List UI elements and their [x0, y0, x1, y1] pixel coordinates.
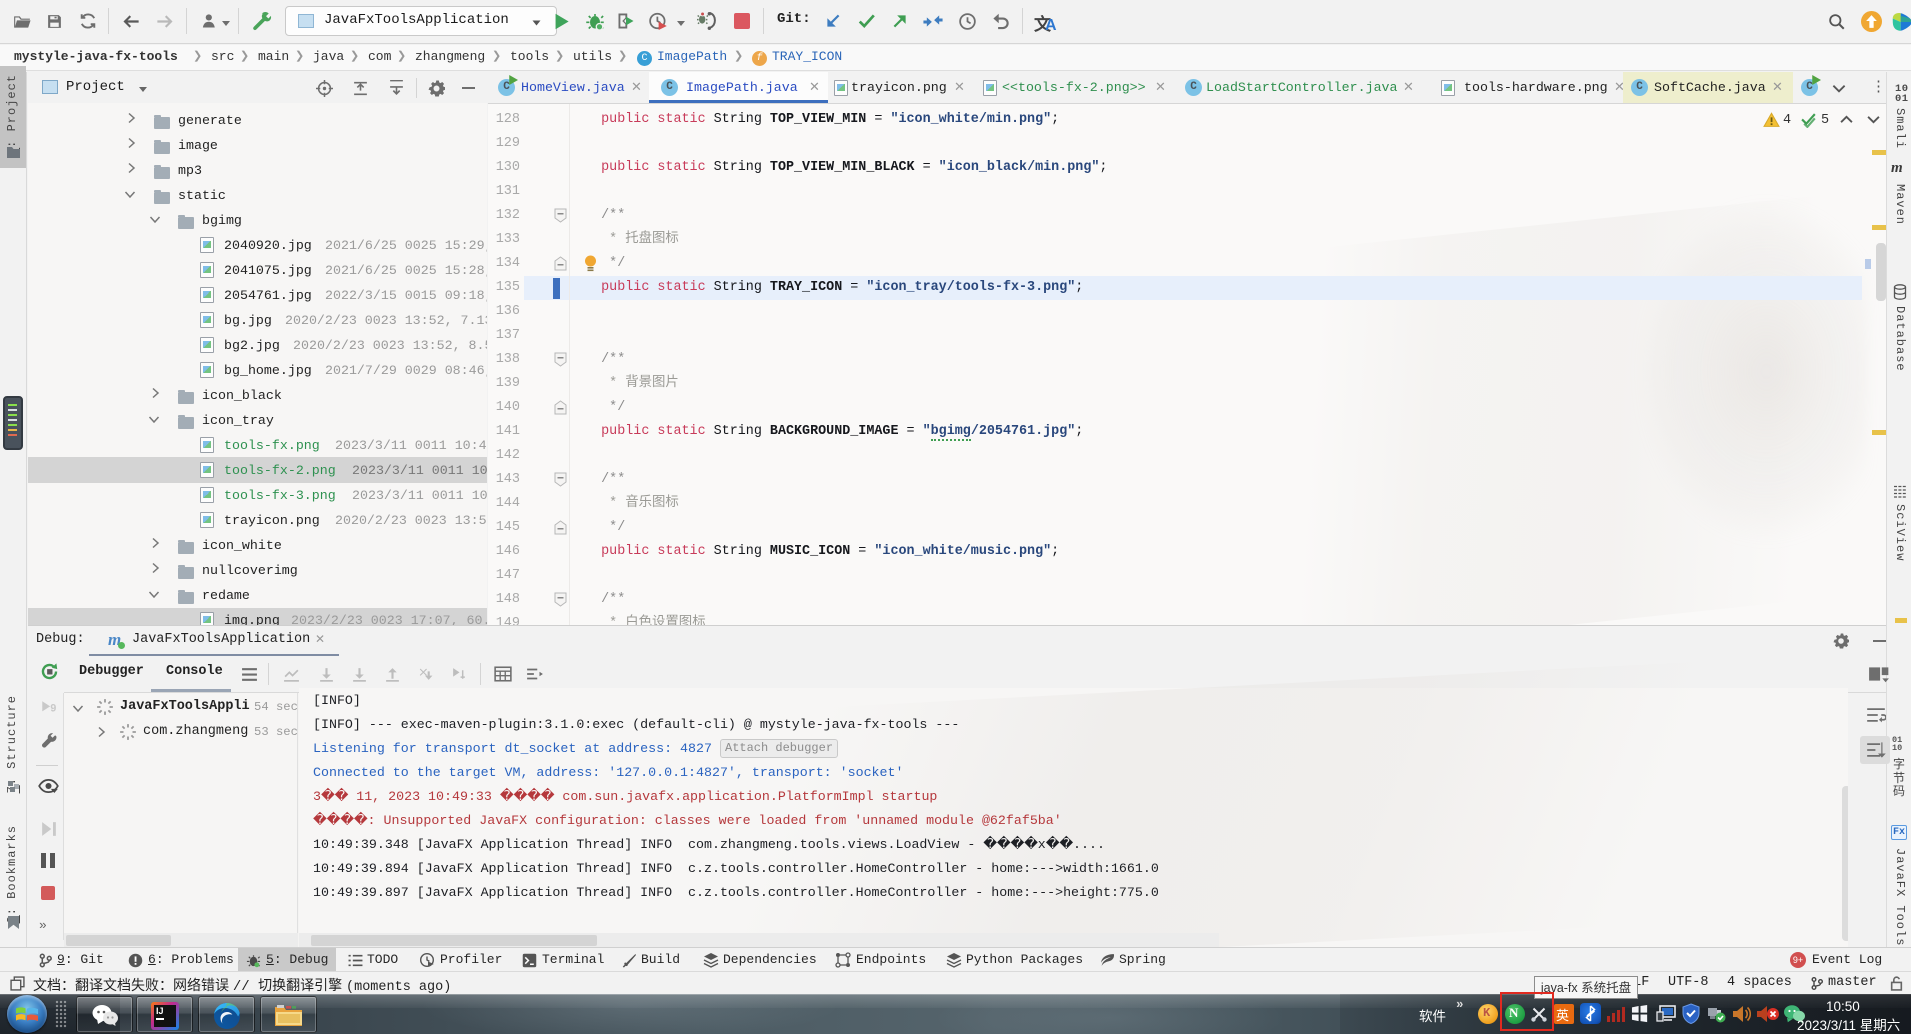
svg-text:9: 9 [50, 703, 56, 715]
